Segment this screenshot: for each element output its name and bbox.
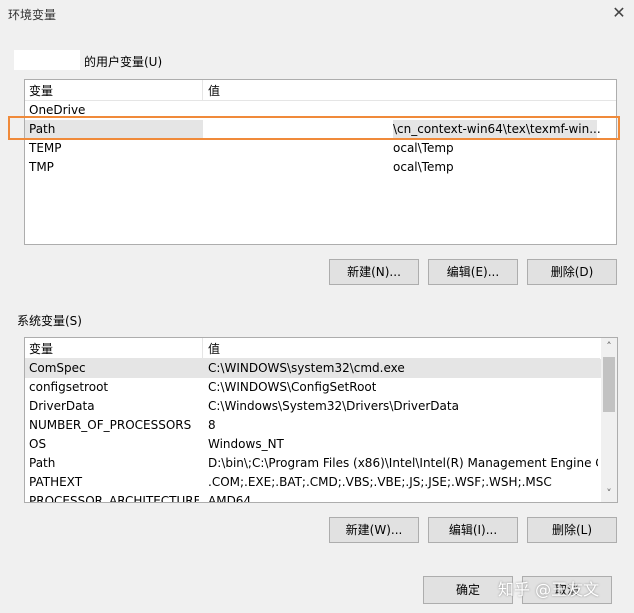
window-title: 环境变量 [8,8,57,22]
system-new-button[interactable]: 新建(W)... [329,517,419,543]
header-variable[interactable]: 变量 [29,82,53,99]
watermark: 知乎 @王友文 [498,580,600,599]
system-edit-button[interactable]: 编辑(I)... [428,517,518,543]
var-value: D:\bin\;C:\Program Files (x86)\Intel\Int… [208,456,598,470]
var-value: C:\WINDOWS\ConfigSetRoot [208,380,377,394]
var-value: ocal\Temp [393,141,454,155]
system-vars-label: 系统变量(S) [17,314,82,328]
system-vars-header: 变量 值 [25,338,600,359]
system-var-row[interactable]: configsetroot C:\WINDOWS\ConfigSetRoot [25,378,601,397]
username-mask [14,50,80,70]
var-name: configsetroot [29,380,109,394]
user-edit-button[interactable]: 编辑(E)... [428,259,518,285]
user-var-row-tmp[interactable]: TMP ocal\Temp [25,158,616,177]
user-var-row-temp[interactable]: TEMP ocal\Temp [25,139,616,158]
var-name: NUMBER_OF_PROCESSORS [29,418,192,432]
header-value[interactable]: 值 [208,82,220,99]
var-name: TMP [29,160,54,174]
var-name: PROCESSOR_ARCHITECTURE [29,494,199,503]
system-var-row[interactable]: Path D:\bin\;C:\Program Files (x86)\Inte… [25,454,601,473]
system-vars-list[interactable]: 变量 值 ComSpec C:\WINDOWS\system32\cmd.exe… [24,337,618,503]
header-value[interactable]: 值 [208,340,220,357]
vertical-scrollbar[interactable]: ˄ ˅ [601,338,617,502]
var-value: .COM;.EXE;.BAT;.CMD;.VBS;.VBE;.JS;.JSE;.… [208,475,552,489]
scroll-thumb[interactable] [603,357,615,412]
scroll-down-icon[interactable]: ˅ [601,485,617,502]
value-mask [203,139,393,158]
system-var-row[interactable]: ComSpec C:\WINDOWS\system32\cmd.exe [25,359,601,378]
var-name: TEMP [29,141,62,155]
var-value: 8 [208,418,216,432]
header-variable[interactable]: 变量 [29,340,53,357]
scroll-up-icon[interactable]: ˄ [601,338,617,355]
var-value: C:\Windows\System32\Drivers\DriverData [208,399,459,413]
user-delete-button[interactable]: 删除(D) [527,259,617,285]
system-var-row[interactable]: DriverData C:\Windows\System32\Drivers\D… [25,397,601,416]
system-var-row[interactable]: PROCESSOR_ARCHITECTURE AMD64 [25,492,601,503]
user-vars-header: 变量 值 [25,80,616,101]
value-mask [203,158,393,177]
var-value: C:\WINDOWS\system32\cmd.exe [208,361,405,375]
column-divider[interactable] [202,338,203,358]
user-new-button[interactable]: 新建(N)... [329,259,419,285]
var-value: AMD64 [208,494,252,503]
highlight-box [8,116,620,140]
var-value: ocal\Temp [393,160,454,174]
column-divider[interactable] [202,80,203,100]
var-name: Path [29,456,56,470]
close-icon[interactable]: ✕ [608,2,630,24]
var-name: ComSpec [29,361,86,375]
system-var-row[interactable]: NUMBER_OF_PROCESSORS 8 [25,416,601,435]
system-delete-button[interactable]: 删除(L) [527,517,617,543]
system-var-row[interactable]: OS Windows_NT [25,435,601,454]
system-var-row[interactable]: PATHEXT .COM;.EXE;.BAT;.CMD;.VBS;.VBE;.J… [25,473,601,492]
user-vars-label: 的用户变量(U) [84,55,163,69]
user-vars-list[interactable]: 变量 值 OneDrive Path \cn_context-win64\tex… [24,79,617,245]
var-name: DriverData [29,399,95,413]
var-name: PATHEXT [29,475,83,489]
var-name: OS [29,437,47,451]
var-value: Windows_NT [208,437,284,451]
